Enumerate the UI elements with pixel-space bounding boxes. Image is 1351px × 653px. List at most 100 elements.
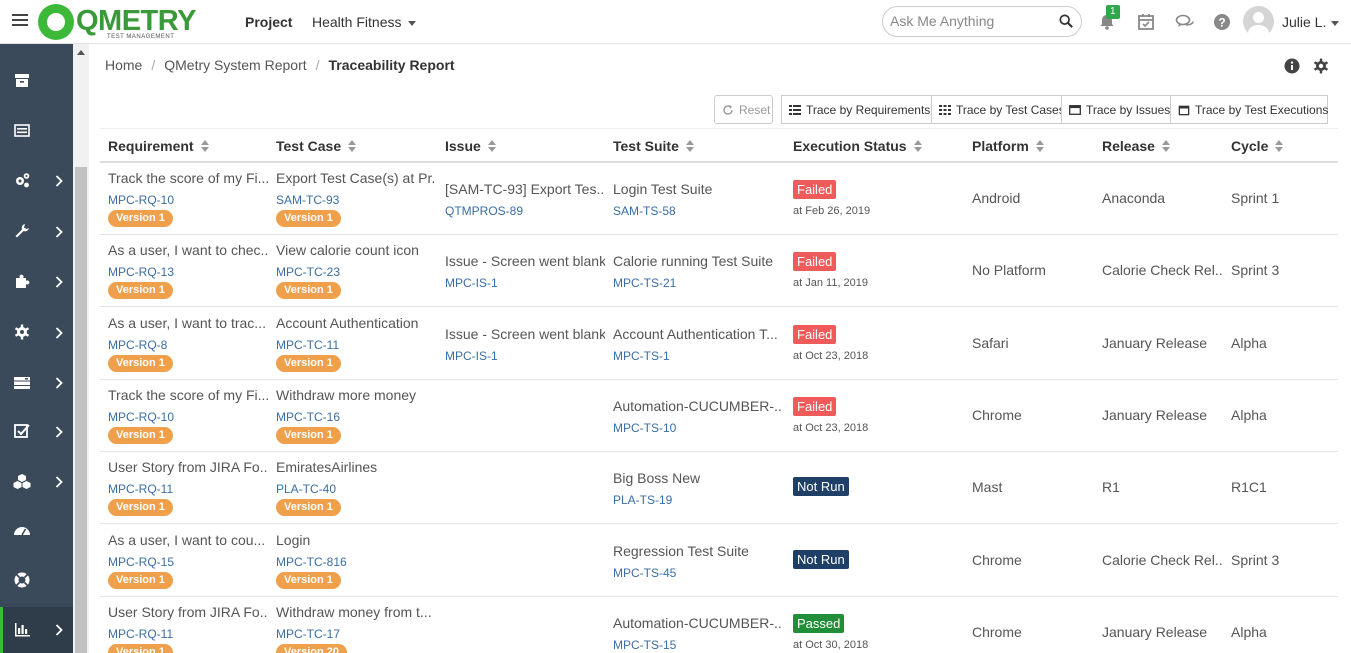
test-suite-id-link[interactable]: MPC-TS-21 (613, 276, 676, 290)
trace-by-requirements-button[interactable]: Trace by Requirements (781, 95, 932, 124)
lifebuoy-icon (14, 572, 30, 588)
col-test-case[interactable]: Test Case (276, 138, 357, 154)
requirement-id-link[interactable]: MPC-RQ-11 (108, 627, 173, 641)
col-release[interactable]: Release (1102, 138, 1170, 154)
wrench-icon (15, 224, 29, 238)
requirement-id-link[interactable]: MPC-RQ-15 (108, 555, 174, 569)
test-case-id-link[interactable]: MPC-TC-16 (276, 410, 340, 424)
requirement-id-link[interactable]: MPC-RQ-13 (108, 265, 174, 279)
scroll-up-arrow[interactable] (77, 50, 85, 55)
version-badge: Version 20 (276, 644, 348, 653)
sidebar-item-wrench[interactable] (0, 207, 73, 257)
trace-by-issues-button[interactable]: Trace by Issues (1061, 95, 1171, 124)
requirement-title: Track the score of my Fi... (108, 170, 268, 186)
status-badge: Not Run (793, 477, 849, 496)
help-icon[interactable]: ? (1212, 12, 1232, 32)
sort-icon[interactable] (487, 140, 496, 153)
server-icon (14, 377, 30, 389)
sidebar-item-checkbox[interactable] (0, 407, 73, 457)
status-badge: Failed (793, 252, 837, 271)
test-case-id-link[interactable]: MPC-TC-816 (276, 555, 347, 569)
test-suite-id-link[interactable]: SAM-TS-58 (613, 204, 676, 218)
platform-value: Mast (972, 479, 1003, 495)
sidebar-item-dashboard[interactable] (0, 507, 73, 557)
issue-id-link[interactable]: QTMPROS-89 (445, 204, 523, 218)
menu-icon[interactable] (12, 14, 28, 28)
search-input[interactable] (890, 13, 1050, 29)
sidebar-item-archive[interactable] (0, 56, 73, 106)
project-menu[interactable]: Project (245, 14, 292, 30)
col-platform[interactable]: Platform (972, 138, 1044, 154)
execution-date: at Feb 26, 2019 (793, 205, 871, 217)
col-cycle[interactable]: Cycle (1231, 138, 1284, 154)
reset-button[interactable]: Reset (714, 95, 773, 124)
sidebar-item-list[interactable] (0, 106, 73, 156)
breadcrumb-home[interactable]: Home (105, 57, 142, 73)
requirement-id-link[interactable]: MPC-RQ-11 (108, 482, 173, 496)
breadcrumb-system-report[interactable]: QMetry System Report (164, 57, 306, 73)
test-case-id-link[interactable]: MPC-TC-23 (276, 265, 340, 279)
sort-icon[interactable] (348, 140, 357, 153)
chevron-right-icon (55, 175, 63, 187)
sidebar (0, 44, 73, 653)
test-suite-id-link[interactable]: MPC-TS-45 (613, 566, 676, 580)
sort-icon[interactable] (913, 140, 922, 153)
requirement-id-link[interactable]: MPC-RQ-10 (108, 410, 174, 424)
col-test-suite[interactable]: Test Suite (613, 138, 694, 154)
sort-icon[interactable] (1275, 140, 1284, 153)
chat-icon[interactable] (1175, 12, 1195, 32)
test-suite-id-link[interactable]: MPC-TS-15 (613, 638, 676, 652)
sort-icon[interactable] (1161, 140, 1170, 153)
sort-icon[interactable] (685, 140, 694, 153)
sidebar-item-puzzle[interactable] (0, 257, 73, 307)
sort-icon[interactable] (200, 140, 209, 153)
issue-id-link[interactable]: MPC-IS-1 (445, 349, 498, 363)
sidebar-item-server[interactable] (0, 358, 73, 408)
sidebar-item-gear[interactable] (0, 308, 73, 358)
settings-gear-icon[interactable] (1313, 58, 1329, 74)
avatar[interactable] (1243, 6, 1274, 37)
search-icon[interactable] (1059, 14, 1073, 28)
test-suite-title: Login Test Suite (613, 181, 713, 197)
trace-by-test-executions-button[interactable]: Trace by Test Executions (1170, 95, 1328, 124)
calendar-icon (1178, 105, 1190, 115)
top-bar: QMETRY TEST MANAGEMENT Project Health Fi… (0, 0, 1351, 44)
sidebar-item-lifebuoy[interactable] (0, 556, 73, 606)
requirement-id-link[interactable]: MPC-RQ-8 (108, 338, 167, 352)
table-row: User Story from JIRA Fo... MPC-RQ-11 Versi… (100, 452, 1338, 524)
test-suite-id-link[interactable]: PLA-TS-19 (613, 493, 672, 507)
version-badge: Version 1 (108, 572, 173, 589)
col-execution-status[interactable]: Execution Status (793, 138, 922, 154)
col-issue[interactable]: Issue (445, 138, 496, 154)
test-case-id-link[interactable]: PLA-TC-40 (276, 482, 336, 496)
status-badge: Not Run (793, 550, 849, 569)
version-badge: Version 1 (276, 427, 341, 444)
calendar-icon[interactable] (1136, 12, 1156, 32)
user-menu[interactable]: Julie L. (1282, 14, 1340, 30)
test-case-id-link[interactable]: SAM-TC-93 (276, 193, 339, 207)
requirement-title: Track the score of my Fi... (108, 387, 268, 403)
sidebar-item-bar-chart[interactable] (0, 607, 73, 653)
chevron-down-icon (408, 20, 417, 26)
test-suite-id-link[interactable]: MPC-TS-1 (613, 349, 670, 363)
requirement-title: As a user, I want to cou... (108, 532, 266, 548)
requirement-title: User Story from JIRA Fo... (108, 604, 268, 620)
test-case-id-link[interactable]: MPC-TC-17 (276, 627, 340, 641)
traceability-table: Requirement Test Case Issue Test Suite E… (100, 128, 1338, 653)
info-icon[interactable] (1284, 58, 1300, 74)
requirement-id-link[interactable]: MPC-RQ-10 (108, 193, 174, 207)
sort-icon[interactable] (1035, 140, 1044, 153)
sidebar-item-cogs[interactable] (0, 156, 73, 206)
trace-by-test-cases-button[interactable]: Trace by Test Cases (931, 95, 1065, 124)
scrollbar-thumb[interactable] (75, 167, 87, 653)
qmetry-logo[interactable]: QMETRY TEST MANAGEMENT (38, 3, 196, 41)
sidebar-item-cubes[interactable] (0, 457, 73, 507)
sidebar-scrollbar[interactable] (73, 44, 89, 653)
project-selector[interactable]: Health Fitness (312, 14, 417, 30)
test-suite-id-link[interactable]: MPC-TS-10 (613, 421, 676, 435)
test-case-id-link[interactable]: MPC-TC-11 (276, 338, 339, 352)
puzzle-icon (16, 274, 30, 288)
release-value: Anaconda (1102, 190, 1166, 206)
issue-id-link[interactable]: MPC-IS-1 (445, 276, 498, 290)
col-requirement[interactable]: Requirement (108, 138, 209, 154)
